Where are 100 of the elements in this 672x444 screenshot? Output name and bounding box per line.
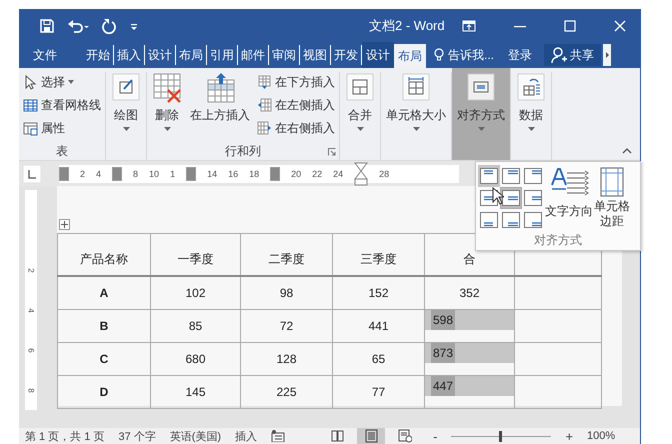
ribbon-tab[interactable]: 设计 (145, 45, 176, 65)
ribbon-button[interactable]: 在左侧插入 (257, 95, 335, 115)
undo-icon[interactable] (67, 18, 89, 34)
move-handle-icon[interactable] (59, 219, 70, 230)
ruler-number: 2 (26, 268, 36, 272)
tell-me-search[interactable]: 告诉我... (426, 42, 508, 68)
ruler-number: 14 (207, 168, 218, 178)
zoom-in-button[interactable]: + (565, 428, 574, 444)
ribbon-tab[interactable]: 布局 (394, 44, 426, 68)
ribbon-tab[interactable]: 插入 (114, 45, 145, 65)
ribbon-button[interactable]: 查看网格线 (23, 95, 101, 115)
ribbon-button[interactable]: 属性 (23, 118, 101, 138)
lightbulb-icon (434, 48, 444, 62)
insert-right-icon (257, 120, 272, 136)
grid-icon (23, 98, 38, 112)
caret-icon (68, 80, 74, 84)
ruler-number: 10 (149, 168, 160, 178)
collapse-ribbon-icon[interactable] (622, 148, 632, 154)
ribbon-button[interactable]: 单元格大小 (385, 72, 447, 142)
alignment-option[interactable] (500, 187, 522, 209)
ribbon-tab[interactable]: 开始 (83, 45, 114, 65)
macro-icon[interactable] (271, 430, 286, 442)
dialog-launcher-icon[interactable] (328, 148, 336, 156)
column-marker-icon[interactable] (270, 166, 280, 180)
column-marker-icon[interactable] (59, 166, 69, 180)
ribbon-tab[interactable]: 引用 (207, 45, 238, 65)
table-cell: 680 (185, 352, 206, 366)
ribbon-tab[interactable]: 审阅 (269, 45, 300, 65)
close-icon[interactable] (614, 20, 626, 32)
tab-stop-icon[interactable] (23, 164, 41, 182)
table-cell: 152 (368, 286, 389, 300)
table-cell: 145 (185, 385, 206, 399)
cell-margins-button[interactable]: 单元格边距 (594, 165, 630, 232)
ruler-number: 28 (379, 168, 390, 178)
ruler-number: 2 (80, 168, 86, 178)
ruler-number: 22 (312, 168, 322, 178)
ribbon-button[interactable]: 在上方插入 (189, 72, 251, 142)
delete-table-icon (152, 72, 182, 104)
table-cell: 598 (431, 310, 456, 330)
word-count[interactable]: 37 个字 (118, 428, 156, 444)
ruler-number: 16 (228, 168, 238, 178)
page-count[interactable]: 第 1 页，共 1 页 (25, 428, 104, 444)
ribbon-tab[interactable]: 设计 (362, 42, 394, 68)
ruler-number: 24 (333, 168, 344, 178)
table-cell: A (100, 286, 108, 300)
table-header: 一季度 (150, 234, 240, 276)
scroll-right-icon[interactable] (603, 44, 612, 66)
table-header: 二季度 (240, 234, 332, 276)
text-direction-button[interactable]: 文字方向 (544, 165, 594, 232)
ribbon-tab[interactable]: 视图 (300, 45, 331, 65)
table-cell: 128 (276, 352, 297, 366)
insert-below-icon (257, 74, 272, 90)
insert-mode[interactable]: 插入 (235, 428, 258, 444)
insert-above-icon (205, 72, 235, 104)
print-layout-button[interactable] (357, 428, 386, 444)
align-icon (479, 211, 499, 229)
ribbon-display-icon[interactable] (462, 20, 476, 32)
table-cell: 72 (280, 319, 294, 333)
table-cell: 102 (185, 286, 206, 300)
column-marker-icon[interactable] (112, 166, 122, 180)
ribbon-button[interactable]: 合并 (344, 72, 376, 142)
language[interactable]: 英语(美国) (170, 428, 222, 444)
ribbon-button[interactable]: 在右侧插入 (257, 118, 335, 138)
ruler-number: 20 (291, 168, 302, 178)
align-icon (523, 189, 543, 207)
zoom-out-button[interactable]: - (433, 428, 438, 444)
table-header: 合 (424, 234, 514, 276)
column-marker-icon[interactable] (186, 166, 196, 180)
ribbon-button[interactable]: 绘图 (110, 72, 142, 142)
print-layout-icon (364, 429, 378, 443)
ribbon-button[interactable]: 数据 (515, 72, 547, 142)
table-cell: 65 (372, 352, 386, 366)
ribbon-button[interactable]: 删除 (151, 72, 183, 142)
table-cell: 98 (280, 286, 294, 300)
maximize-icon[interactable] (564, 20, 576, 32)
table-cell: 447 (431, 376, 456, 396)
group-label: 表 (56, 142, 68, 160)
mouse-pointer-icon (492, 187, 504, 205)
ribbon-button[interactable]: 在下方插入 (257, 72, 335, 92)
sign-in-link[interactable]: 登录 (508, 42, 544, 68)
redo-icon[interactable] (101, 18, 117, 34)
caret-icon (412, 127, 420, 131)
table-header: 产品名称 (58, 234, 150, 276)
ribbon-tab[interactable]: 文件 (19, 45, 69, 65)
ruler-number: 8 (133, 168, 138, 178)
insert-left-icon (257, 98, 272, 112)
caret-icon (528, 127, 534, 131)
read-mode-icon (330, 429, 344, 443)
indent-marker-icon[interactable] (354, 162, 368, 186)
ribbon-tab[interactable]: 邮件 (238, 45, 269, 65)
ruler-number: 4 (26, 308, 36, 312)
ribbon-tab[interactable]: 布局 (176, 45, 207, 65)
save-icon[interactable] (39, 18, 55, 34)
align-icon (501, 167, 521, 185)
zoom-level[interactable]: 100% (587, 430, 616, 442)
align-icon (523, 167, 543, 185)
share-button[interactable]: 共享 (544, 44, 602, 66)
zoom-slider-thumb[interactable] (499, 430, 502, 442)
ribbon-button[interactable]: 选择 (23, 72, 101, 92)
table-cell: 873 (431, 343, 456, 363)
